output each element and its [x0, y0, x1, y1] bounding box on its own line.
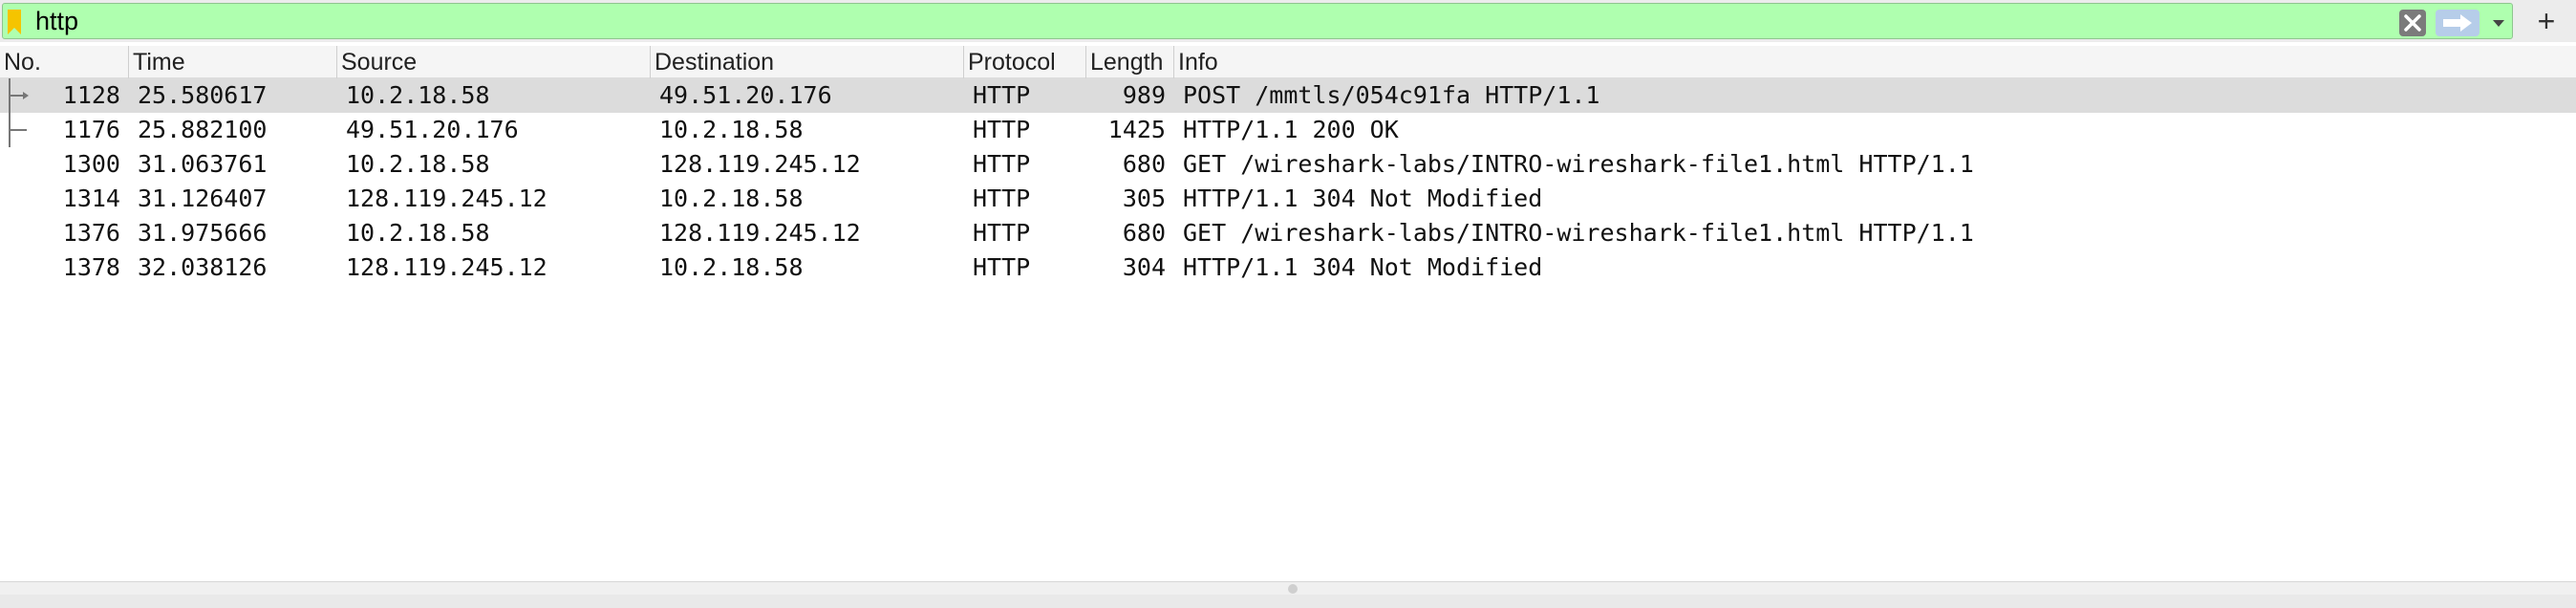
packet-destination: 49.51.20.176	[659, 81, 832, 109]
packet-source: 10.2.18.58	[346, 219, 490, 247]
packet-source: 128.119.245.12	[346, 253, 547, 281]
packet-time: 31.063761	[138, 150, 268, 178]
apply-filter-button[interactable]	[2436, 10, 2479, 36]
packet-protocol: HTTP	[973, 253, 1031, 281]
packet-protocol: HTTP	[973, 219, 1031, 247]
packet-source: 49.51.20.176	[346, 116, 519, 143]
packet-list-header: No. Time Source Destination Protocol Len…	[0, 46, 2576, 78]
packet-length: 1425	[1107, 116, 1166, 143]
packet-destination: 10.2.18.58	[659, 185, 804, 212]
column-header-info[interactable]: Info	[1173, 46, 2576, 78]
display-filter-toolbar: http +	[0, 0, 2576, 42]
packet-protocol: HTTP	[973, 81, 1031, 109]
packet-source: 128.119.245.12	[346, 185, 547, 212]
packet-length: 680	[1122, 150, 1166, 178]
splitter-handle[interactable]	[1288, 584, 1298, 594]
packet-protocol: HTTP	[973, 185, 1031, 212]
pane-splitter[interactable]	[0, 581, 2576, 595]
packet-length: 680	[1122, 219, 1166, 247]
packet-destination: 128.119.245.12	[659, 219, 861, 247]
column-header-time[interactable]: Time	[128, 46, 336, 78]
packet-info: HTTP/1.1 304 Not Modified	[1183, 253, 1543, 281]
column-header-source[interactable]: Source	[336, 46, 650, 78]
packet-source: 10.2.18.58	[346, 150, 490, 178]
packet-info: HTTP/1.1 200 OK	[1183, 116, 1399, 143]
packet-length: 304	[1122, 253, 1166, 281]
packet-no: 1176	[62, 116, 120, 143]
packet-info: POST /mmtls/054c91fa HTTP/1.1	[1183, 81, 1600, 109]
clear-icon	[2404, 14, 2421, 32]
column-header-protocol[interactable]: Protocol	[963, 46, 1085, 78]
packet-destination: 10.2.18.58	[659, 253, 804, 281]
packet-info: HTTP/1.1 304 Not Modified	[1183, 185, 1543, 212]
packet-length: 989	[1122, 81, 1166, 109]
add-filter-button[interactable]: +	[2530, 4, 2563, 38]
packet-no: 1300	[62, 150, 120, 178]
clear-filter-button[interactable]	[2399, 10, 2426, 36]
packet-info: GET /wireshark-labs/INTRO-wireshark-file…	[1183, 150, 1974, 178]
display-filter-input[interactable]: http	[2, 3, 2513, 39]
filter-history-dropdown[interactable]	[2487, 10, 2510, 36]
packet-row[interactable]: 1128 25.580617 10.2.18.58 49.51.20.176 H…	[0, 78, 2576, 113]
packet-row[interactable]: 1300 31.063761 10.2.18.58 128.119.245.12…	[0, 147, 2576, 182]
column-header-no[interactable]: No.	[0, 46, 128, 78]
chevron-down-icon	[2493, 20, 2504, 27]
packet-no: 1376	[62, 219, 120, 247]
packet-length: 305	[1122, 185, 1166, 212]
packet-time: 31.975666	[138, 219, 268, 247]
display-filter-text: http	[35, 7, 79, 35]
arrow-right-icon	[2443, 14, 2472, 32]
packet-protocol: HTTP	[973, 116, 1031, 143]
packet-no: 1378	[62, 253, 120, 281]
packet-protocol: HTTP	[973, 150, 1031, 178]
packet-destination: 128.119.245.12	[659, 150, 861, 178]
column-header-length[interactable]: Length	[1085, 46, 1173, 78]
packet-time: 25.882100	[138, 116, 268, 143]
packet-no: 1128	[62, 81, 120, 109]
packet-time: 32.038126	[138, 253, 268, 281]
packet-no: 1314	[62, 185, 120, 212]
packet-details-pane	[0, 595, 2576, 608]
packet-time: 25.580617	[138, 81, 268, 109]
packet-time: 31.126407	[138, 185, 268, 212]
bookmark-icon[interactable]	[7, 10, 22, 34]
packet-row[interactable]: 1176 25.882100 49.51.20.176 10.2.18.58 H…	[0, 113, 2576, 147]
packet-row[interactable]: 1378 32.038126 128.119.245.12 10.2.18.58…	[0, 250, 2576, 285]
packet-destination: 10.2.18.58	[659, 116, 804, 143]
packet-source: 10.2.18.58	[346, 81, 490, 109]
packet-info: GET /wireshark-labs/INTRO-wireshark-file…	[1183, 219, 1974, 247]
column-header-destination[interactable]: Destination	[650, 46, 963, 78]
packet-row[interactable]: 1314 31.126407 128.119.245.12 10.2.18.58…	[0, 182, 2576, 216]
packet-row[interactable]: 1376 31.975666 10.2.18.58 128.119.245.12…	[0, 216, 2576, 250]
